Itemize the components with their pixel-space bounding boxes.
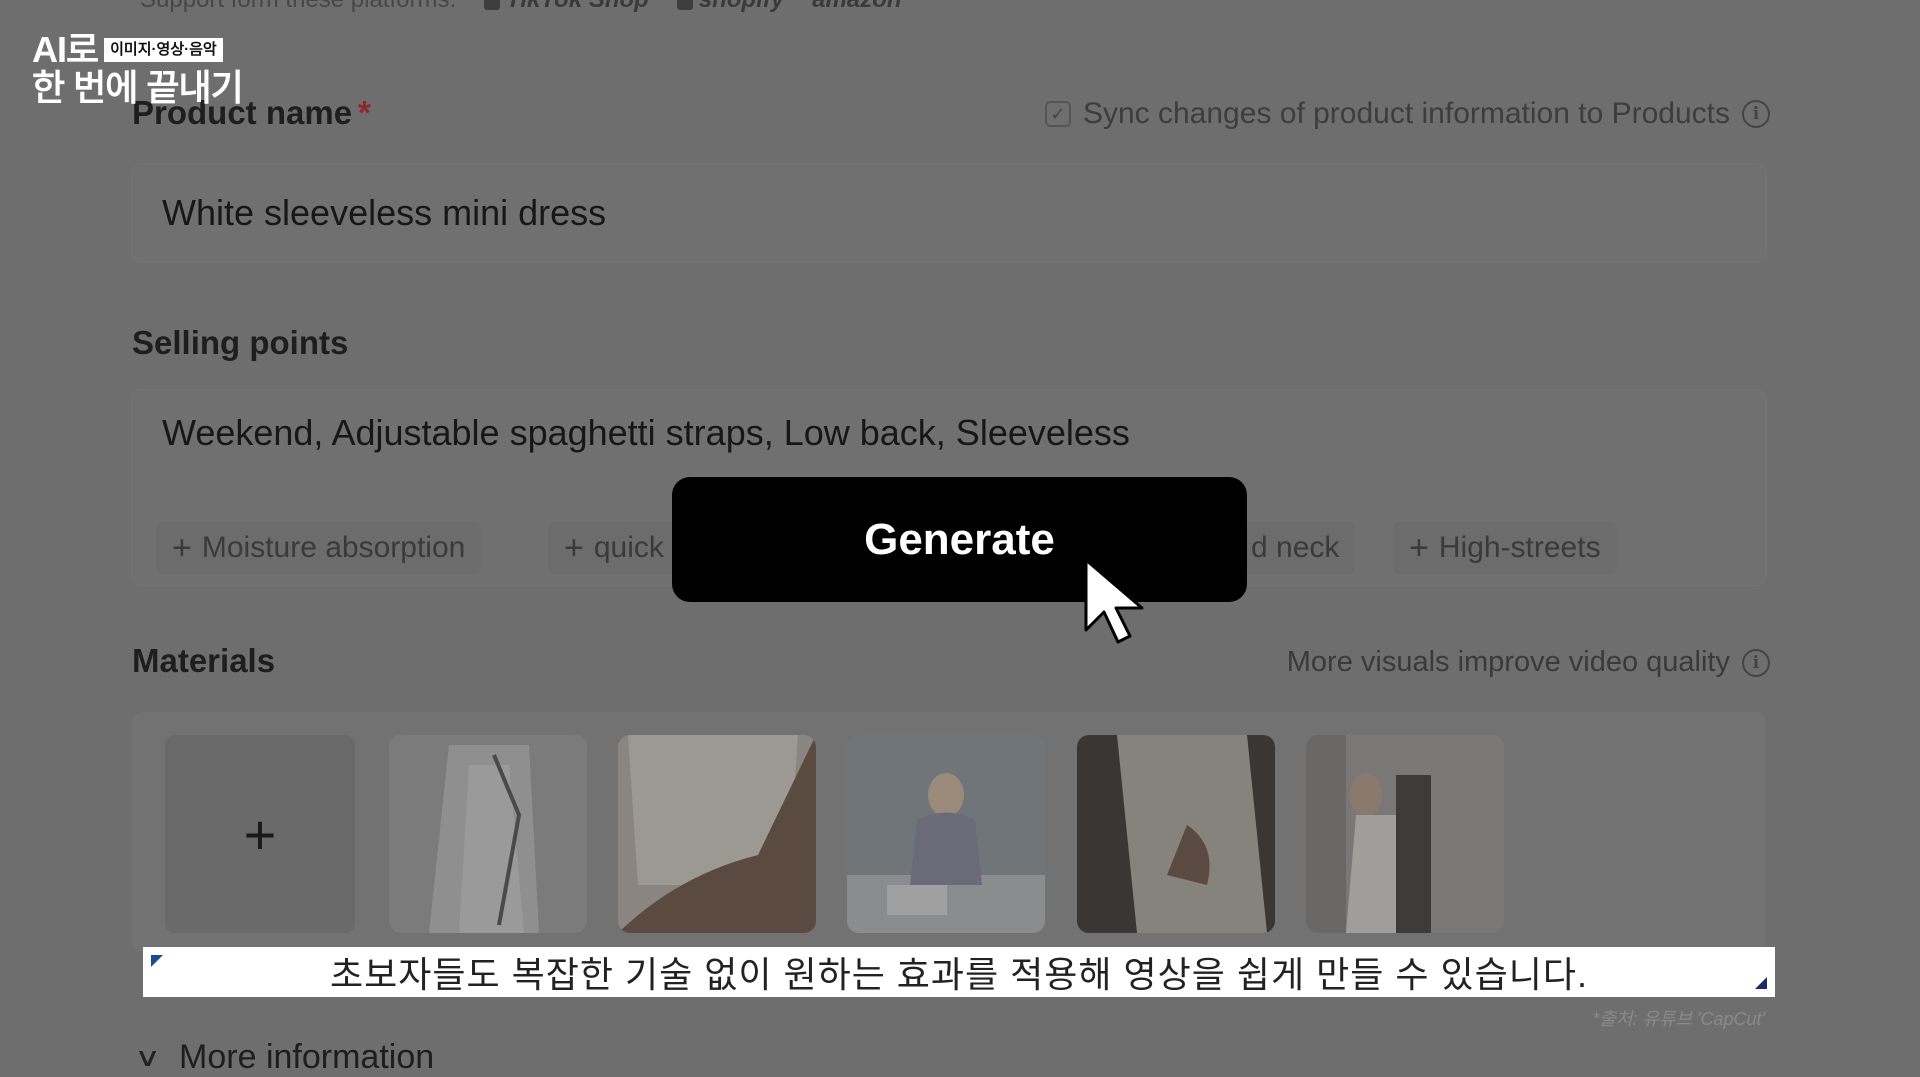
material-thumbnail-3[interactable] xyxy=(847,735,1045,933)
platform-tiktok-shop: TikTok Shop xyxy=(484,0,649,14)
shopify-icon xyxy=(676,0,693,10)
product-name-value: White sleeveless mini dress xyxy=(162,192,607,233)
plus-icon: + xyxy=(1409,529,1429,567)
sync-checkbox[interactable]: ✓ xyxy=(1044,101,1071,127)
check-icon: ✓ xyxy=(1050,103,1066,124)
product-name-input[interactable]: White sleeveless mini dress xyxy=(132,164,1766,262)
platform-support-label: Support form these platforms: xyxy=(140,0,456,14)
material-thumbnail-5[interactable] xyxy=(1306,735,1504,933)
video-subtitle: 초보자들도 복잡한 기술 없이 원하는 효과를 적용해 영상을 쉽게 만들 수 … xyxy=(143,947,1775,997)
platform-shopify: shopify xyxy=(676,0,784,14)
logo-subtitle: 한 번에 끝내기 xyxy=(32,67,244,108)
materials-hint: More visuals improve video quality i xyxy=(1287,646,1770,679)
subtitle-corner-mark xyxy=(151,955,163,967)
source-credit: *출처: 유튜브 'CapCut' xyxy=(1592,1009,1765,1029)
add-material-button[interactable]: + xyxy=(165,735,355,933)
logo-title: AI로 xyxy=(32,29,99,70)
woman-at-desk-image xyxy=(847,735,1045,933)
channel-logo: AI로 이미지·영상·음악 한 번에 끝내기 xyxy=(32,32,262,108)
materials-label: Materials xyxy=(132,642,276,679)
logo-badge: 이미지·영상·음악 xyxy=(104,38,223,62)
woman-in-dress-image xyxy=(1306,735,1504,933)
sync-toggle[interactable]: ✓ Sync changes of product information to… xyxy=(1044,97,1770,131)
fabric-closeup-image xyxy=(1077,735,1275,933)
more-information-toggle[interactable]: ∨ More information xyxy=(134,1038,435,1077)
chip-high-streets[interactable]: + High-streets xyxy=(1393,522,1617,574)
plus-icon: + xyxy=(172,529,192,567)
plus-icon: + xyxy=(243,802,277,866)
sync-label: Sync changes of product information to P… xyxy=(1082,97,1730,130)
platform-amazon: amazon xyxy=(812,0,901,14)
product-video-form: Support form these platforms: TikTok Sho… xyxy=(0,0,1920,1077)
dress-hem-hand-image xyxy=(618,735,816,933)
cursor-arrow-icon xyxy=(1084,558,1144,644)
generate-button[interactable]: Generate xyxy=(672,477,1247,602)
plus-icon: + xyxy=(564,529,584,567)
info-icon[interactable]: i xyxy=(1742,648,1770,677)
dress-on-hanger-image xyxy=(389,735,587,933)
more-information-label: More information xyxy=(179,1038,435,1076)
selling-points-value: Weekend, Adjustable spaghetti straps, Lo… xyxy=(162,412,1130,453)
platform-support-row: Support form these platforms: TikTok Sho… xyxy=(140,0,902,14)
material-thumbnail-1[interactable] xyxy=(389,735,587,933)
tiktok-icon xyxy=(484,0,501,10)
selling-points-label: Selling points xyxy=(132,324,349,361)
chevron-down-icon: ∨ xyxy=(134,1042,161,1072)
required-mark: * xyxy=(358,94,371,131)
material-thumbnail-4[interactable] xyxy=(1077,735,1275,933)
info-icon[interactable]: i xyxy=(1742,100,1770,128)
material-thumbnail-2[interactable] xyxy=(618,735,816,933)
chip-quick[interactable]: + quick xyxy=(548,522,688,574)
subtitle-corner-mark xyxy=(1755,977,1767,989)
chip-moisture-absorption[interactable]: + Moisture absorption xyxy=(156,522,482,574)
